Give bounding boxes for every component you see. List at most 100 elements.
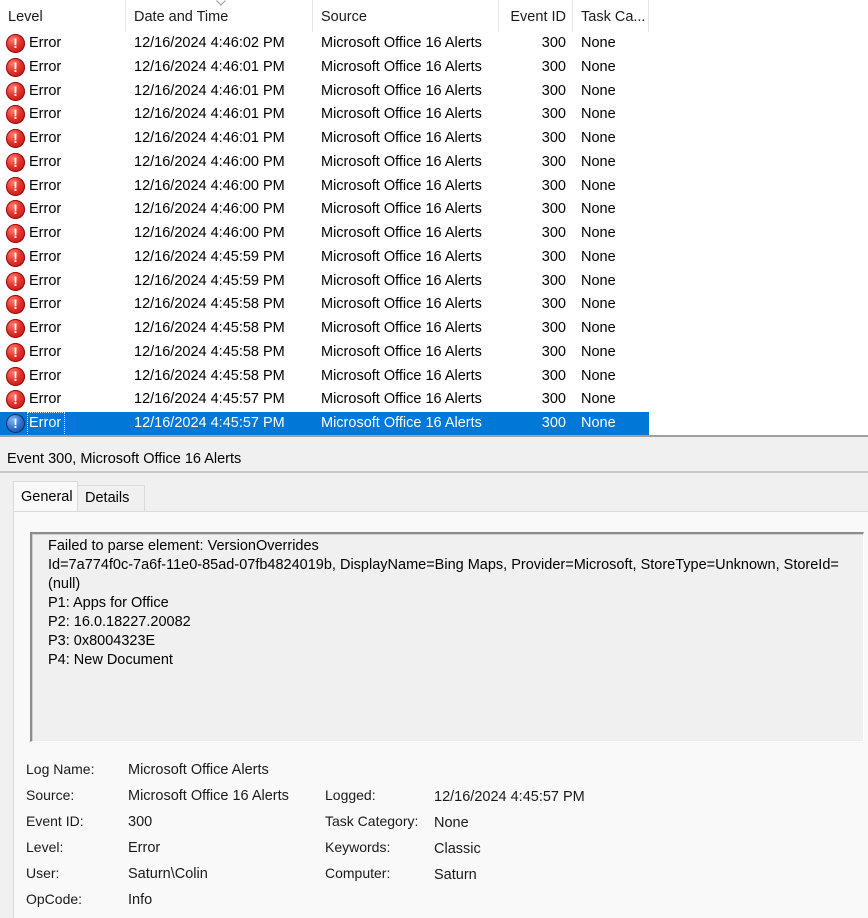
message-line: P3: 0x8004323E (48, 633, 156, 649)
event-row[interactable]: Error 12/16/2024 4:45:58 PM Microsoft Offi… (0, 293, 649, 317)
event-row[interactable]: Error 12/16/2024 4:46:00 PM Microsoft Offi… (0, 222, 649, 246)
message-line: Id=7a774f0c-7a6f-11e0-85ad-07fb4824019b,… (48, 557, 839, 573)
keywords-value: Classic (434, 841, 481, 857)
level-cell: Error (29, 130, 62, 146)
level-cell: Error (29, 153, 62, 170)
tab-general[interactable]: General (13, 481, 78, 511)
event-id-cell: 300 (541, 58, 566, 75)
error-icon-glyph (6, 57, 25, 77)
date-time-cell: 12/16/2024 4:46:00 PM (134, 225, 285, 241)
event-row[interactable]: Error 12/16/2024 4:46:01 PM Microsoft Offi… (0, 103, 649, 127)
error-icon-glyph (6, 81, 25, 101)
task-category-cell: None (581, 201, 616, 218)
column-header-source[interactable]: Source (313, 0, 499, 32)
level-cell: Error (29, 225, 62, 241)
error-icon-glyph (6, 247, 25, 267)
task-category-cell: None (581, 58, 616, 75)
event-row[interactable]: Error 12/16/2024 4:46:01 PM Microsoft Offi… (0, 80, 649, 104)
task-category-cell: None (581, 248, 616, 265)
task-category-cell: None (581, 177, 616, 194)
error-icon-glyph (6, 224, 25, 243)
source-cell: Microsoft Office 16 Alerts (321, 272, 482, 289)
computer-value: Saturn (434, 867, 477, 883)
source-cell: Microsoft Office 16 Alerts (321, 367, 482, 384)
error-icon (6, 224, 25, 243)
source-cell: Microsoft Office 16 Alerts (321, 35, 482, 51)
column-header-event-id[interactable]: Event ID (499, 0, 573, 32)
event-id-value: 300 (128, 814, 153, 830)
event-message-box[interactable]: Failed to parse element: VersionOverride… (30, 532, 864, 742)
log-name-value: Microsoft Office Alerts (128, 762, 269, 778)
error-icon (6, 247, 25, 267)
date-time-cell: 12/16/2024 4:46:00 PM (134, 153, 285, 170)
event-id-cell: 300 (541, 415, 566, 431)
level-cell: Error (29, 343, 62, 360)
date-time-cell: 12/16/2024 4:46:00 PM (134, 177, 285, 194)
error-icon (6, 176, 25, 196)
column-header-task-category[interactable]: Task Ca... (573, 0, 649, 32)
error-icon (6, 200, 25, 220)
event-row[interactable]: Error 12/16/2024 4:46:02 PM Microsoft Offi… (0, 32, 649, 56)
error-icon-glyph (6, 319, 25, 338)
event-id-cell: 300 (541, 201, 566, 218)
date-time-cell: 12/16/2024 4:46:02 PM (134, 35, 285, 51)
source-cell: Microsoft Office 16 Alerts (321, 106, 482, 123)
event-row[interactable]: Error 12/16/2024 4:46:00 PM Microsoft Offi… (0, 151, 649, 175)
task-category-cell: None (581, 153, 616, 170)
date-time-cell: 12/16/2024 4:46:01 PM (134, 106, 285, 123)
source-label: Source: (26, 787, 75, 803)
error-icon (6, 366, 25, 386)
source-cell: Microsoft Office 16 Alerts (321, 248, 482, 265)
event-id-cell: 300 (541, 225, 566, 241)
general-tab-body: Failed to parse element: VersionOverride… (13, 511, 868, 918)
event-row[interactable]: Error 12/16/2024 4:45:57 PM Microsoft Offi… (0, 388, 649, 412)
event-id-cell: 300 (541, 367, 566, 384)
event-row[interactable]: Error 12/16/2024 4:45:59 PM Microsoft Offi… (0, 246, 649, 270)
tab-details[interactable]: Details (78, 485, 145, 511)
task-category-cell: None (581, 367, 616, 384)
source-cell: Microsoft Office 16 Alerts (321, 225, 482, 241)
source-cell: Microsoft Office 16 Alerts (321, 177, 482, 194)
task-category-cell: None (581, 415, 616, 431)
event-row[interactable]: Error 12/16/2024 4:46:00 PM Microsoft Offi… (0, 175, 649, 199)
date-time-cell: 12/16/2024 4:45:57 PM (134, 415, 285, 431)
error-icon-glyph (6, 129, 25, 148)
task-category-cell: None (581, 82, 616, 99)
event-list[interactable]: Level Date and Time Source Event ID Task… (0, 0, 868, 436)
level-cell: Error (27, 412, 66, 436)
source-cell: Microsoft Office 16 Alerts (321, 82, 482, 99)
task-category-cell: None (581, 130, 616, 146)
task-category-cell: None (581, 296, 616, 313)
event-rows: Error 12/16/2024 4:46:02 PM Microsoft Offi… (0, 32, 868, 436)
event-row[interactable]: Error 12/16/2024 4:45:59 PM Microsoft Offi… (0, 270, 649, 294)
source-cell: Microsoft Office 16 Alerts (321, 391, 482, 408)
column-header-level[interactable]: Level (0, 0, 126, 32)
source-cell: Microsoft Office 16 Alerts (321, 296, 482, 313)
event-row[interactable]: Error 12/16/2024 4:46:00 PM Microsoft Offi… (0, 198, 649, 222)
event-id-cell: 300 (541, 296, 566, 313)
date-time-cell: 12/16/2024 4:45:57 PM (134, 391, 285, 408)
logged-value: 12/16/2024 4:45:57 PM (434, 789, 585, 805)
event-id-cell: 300 (541, 272, 566, 289)
event-row[interactable]: Error 12/16/2024 4:45:58 PM Microsoft Offi… (0, 365, 649, 389)
details-title: Event 300, Microsoft Office 16 Alerts (0, 437, 868, 473)
level-cell: Error (29, 391, 62, 408)
error-icon (6, 34, 25, 53)
source-cell: Microsoft Office 16 Alerts (321, 415, 482, 431)
level-cell: Error (29, 296, 62, 313)
task-category-label: Task Category: (325, 813, 419, 829)
message-line: P4: New Document (48, 652, 173, 668)
error-icon-glyph (6, 414, 25, 433)
error-icon-glyph (6, 342, 25, 362)
event-row[interactable]: Error 12/16/2024 4:46:01 PM Microsoft Offi… (0, 127, 649, 151)
event-details-pane: Event 300, Microsoft Office 16 Alerts Ge… (0, 437, 868, 918)
event-row[interactable]: Error 12/16/2024 4:46:01 PM Microsoft Offi… (0, 56, 649, 80)
date-time-cell: 12/16/2024 4:45:59 PM (134, 272, 285, 289)
error-icon-glyph (6, 390, 25, 410)
event-row[interactable]: Error 12/16/2024 4:45:58 PM Microsoft Offi… (0, 341, 649, 365)
level-value: Error (128, 840, 161, 856)
message-line: (null) (48, 576, 81, 592)
user-label: User: (26, 865, 60, 881)
event-row[interactable]: Error 12/16/2024 4:45:58 PM Microsoft Offi… (0, 317, 649, 341)
event-row[interactable]: Error 12/16/2024 4:45:57 PM Microsoft Offi… (0, 412, 649, 436)
